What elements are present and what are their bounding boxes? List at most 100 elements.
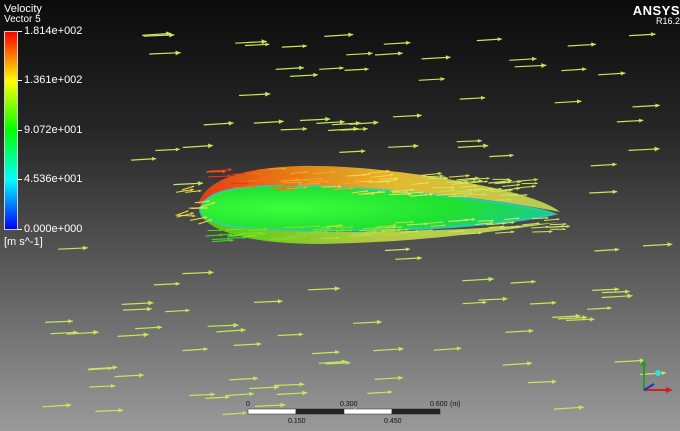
xyz-axis-triad-icon[interactable] (634, 356, 676, 396)
legend-label-max: 1.814e+002 (24, 25, 83, 37)
velocity-vector-head (405, 247, 410, 252)
velocity-vector-head (566, 224, 570, 228)
velocity-vector-head (68, 319, 73, 324)
legend-tick (18, 130, 22, 131)
velocity-vector-head (532, 56, 537, 62)
velocity-vector-head (502, 296, 508, 302)
velocity-vector-head (551, 379, 557, 384)
velocity-vector-head (111, 384, 116, 389)
legend-label-2: 1.361e+002 (24, 74, 83, 86)
velocity-vector-head (139, 373, 144, 378)
velocity-vector-head (377, 319, 382, 325)
velocity-vector-head (147, 306, 152, 312)
3d-viewport[interactable]: Velocity Vector 5 1.814e+002 1.361e+002 … (0, 0, 680, 431)
velocity-vector-head (405, 40, 411, 45)
velocity-vector-head (228, 121, 234, 126)
scale-label-0: 0 (246, 401, 250, 408)
velocity-vector-head (203, 347, 208, 352)
velocity-vector-head (549, 230, 553, 234)
velocity-vector-head (313, 72, 318, 78)
velocity-vector-head (277, 299, 283, 304)
velocity-vector-head (66, 403, 72, 408)
velocity-vector-head (509, 153, 514, 158)
velocity-vector-head (413, 143, 419, 149)
velocity-vector-head (112, 365, 118, 370)
velocity-vector-head (208, 143, 213, 149)
velocity-vector-head (497, 37, 502, 42)
velocity-vector-head (388, 390, 393, 395)
scale-segment (343, 408, 393, 415)
velocity-vector-head (240, 327, 246, 333)
velocity-vector-head (210, 392, 215, 397)
velocity-vector-head (417, 256, 422, 261)
velocity-vector-head (346, 360, 351, 365)
velocity-vector-head (483, 143, 489, 149)
legend-label-3: 9.072e+001 (24, 124, 83, 136)
velocity-vector-head (325, 116, 331, 122)
velocity-vector-head (541, 63, 547, 68)
velocity-vector-head (169, 32, 175, 38)
velocity-vector-head (545, 216, 549, 220)
velocity-vector-head (482, 300, 487, 305)
velocity-vector-head (582, 67, 587, 72)
velocity-vector-head (353, 126, 359, 132)
scale-label-0300: 0.300 (340, 401, 358, 408)
velocity-vector-head (589, 317, 595, 322)
velocity-vector-head (551, 300, 557, 305)
velocity-vector-head (348, 32, 354, 37)
velocity-vector-head (82, 245, 88, 251)
velocity-vector-head (614, 247, 619, 252)
velocity-vector-head (416, 113, 422, 118)
velocity-vector-head (339, 66, 344, 70)
velocity-vector-head (398, 375, 403, 381)
scale-label-0150: 0.150 (288, 418, 306, 425)
velocity-vector-head (577, 99, 582, 104)
velocity-vector-head (198, 181, 203, 186)
scale-label-unit: (m) (450, 401, 461, 408)
velocity-vector-head (265, 91, 271, 97)
velocity-vector-head (298, 332, 304, 337)
velocity-vector-head (148, 300, 154, 306)
velocity-vector-head (373, 120, 379, 125)
velocity-vector-head (638, 118, 644, 123)
legend-label-min: 0.000e+000 (24, 223, 83, 235)
velocity-vector-head (302, 126, 308, 131)
legend-tick (18, 31, 22, 32)
velocity-vector-head (563, 222, 567, 226)
velocity-vector-head (655, 103, 660, 108)
velocity-vector-head (614, 287, 620, 292)
velocity-vector-head (208, 270, 214, 275)
velocity-vector-head (334, 286, 340, 292)
velocity-vector-head (535, 182, 538, 185)
velocity-vector-head (612, 189, 618, 194)
velocity-vector-head (249, 391, 254, 397)
velocity-vector-head (578, 405, 584, 410)
velocity-vector-head (299, 65, 304, 71)
velocity-vector-head (335, 350, 340, 355)
velocity-vector-head (667, 242, 673, 247)
velocity-vector-head (484, 180, 488, 183)
velocity-vector-head (511, 230, 515, 234)
velocity-vector-head (654, 146, 660, 152)
velocity-vector-head (531, 279, 536, 284)
velocity-vector-head (364, 67, 369, 72)
velocity-vector-head (456, 346, 462, 351)
velocity-vector-head (361, 149, 366, 154)
velocity-vector-head (302, 390, 308, 396)
velocity-vector-head (299, 382, 305, 387)
legend-label-4: 4.536e+001 (24, 173, 83, 185)
velocity-vector-head (466, 174, 470, 178)
velocity-vector-head (228, 167, 233, 172)
velocity-vector-head (534, 178, 538, 182)
velocity-vector-head (481, 95, 486, 100)
velocity-vector-head (528, 328, 534, 334)
version-label: R16.2 (655, 16, 680, 26)
velocity-vector-head (612, 162, 617, 167)
legend-tick (18, 80, 22, 81)
velocity-vector-head (477, 138, 482, 143)
legend-tick (18, 179, 22, 180)
velocity-vector-head (186, 210, 189, 213)
velocity-vector-head (398, 51, 403, 56)
velocity-vector-head (302, 44, 307, 49)
velocity-vector-head (233, 322, 239, 328)
